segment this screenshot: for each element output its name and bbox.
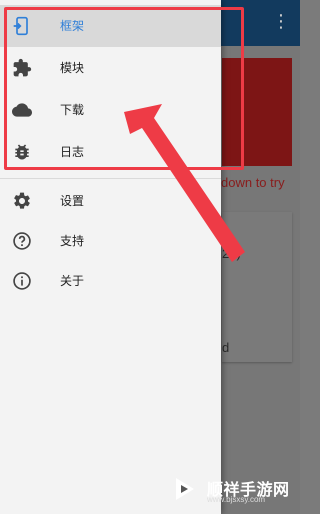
- gear-icon: [14, 192, 30, 209]
- info-card-number: 28): [222, 246, 241, 261]
- drawer-item-label: 支持: [60, 234, 85, 248]
- drawer-item-label: 设置: [60, 194, 85, 208]
- info-card: [222, 212, 292, 362]
- drawer-item-support[interactable]: 支持: [0, 220, 221, 262]
- drawer-divider: [0, 178, 221, 179]
- highlight-box: [4, 7, 244, 170]
- info-icon: [13, 272, 31, 290]
- drawer-item-settings[interactable]: 设置: [0, 180, 221, 222]
- hint-text: down to try: [221, 175, 285, 190]
- watermark-logo: [176, 478, 194, 500]
- overflow-menu-icon[interactable]: ⋮: [272, 12, 290, 32]
- watermark-url: www.bjsxsy.com: [207, 495, 266, 504]
- drawer-item-about[interactable]: 关于: [0, 260, 221, 302]
- drawer-item-label: 关于: [60, 274, 85, 288]
- info-card-tail: d: [222, 340, 230, 355]
- help-icon: [13, 232, 31, 250]
